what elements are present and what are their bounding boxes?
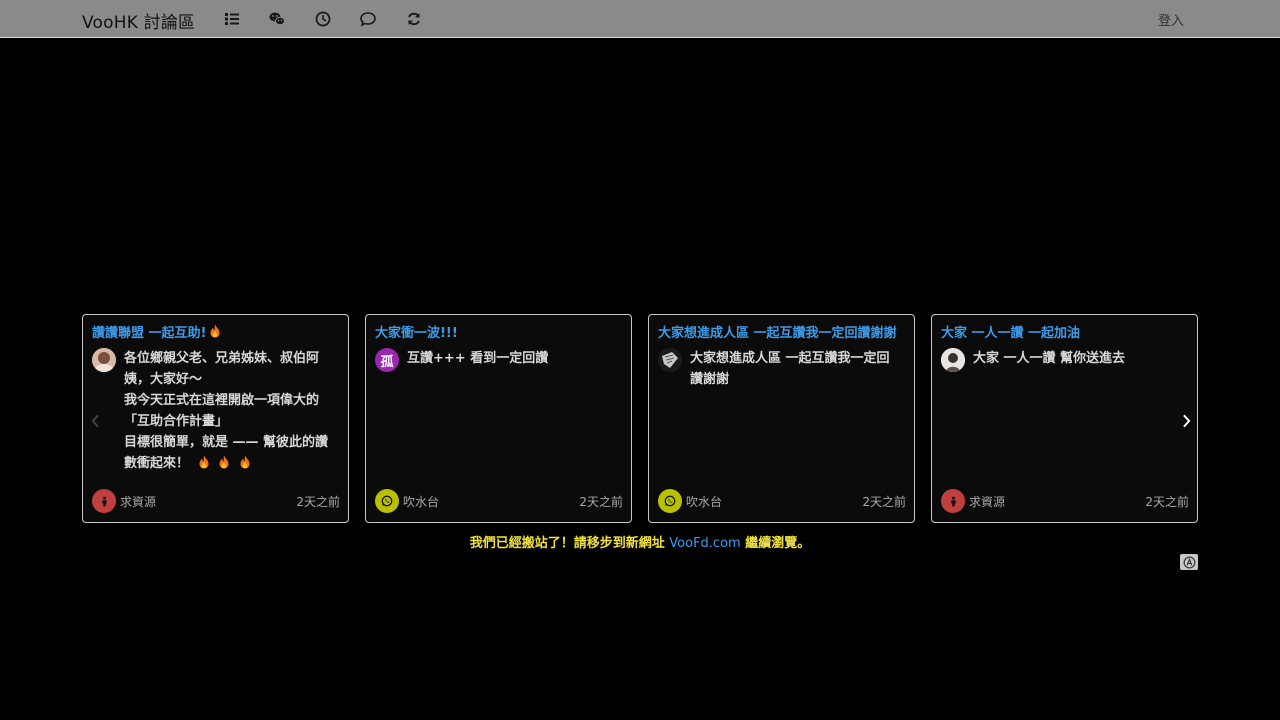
carousel-next-button[interactable] (1178, 411, 1194, 431)
avatar[interactable] (658, 348, 682, 372)
navbar: VooHK 討論區 登入 (0, 0, 1280, 38)
category-tag[interactable]: 求資源 (941, 489, 1005, 513)
brand-logo[interactable]: VooHK 討論區 (82, 8, 195, 33)
chevron-left-icon (91, 414, 99, 428)
category-tag[interactable]: 吹水台 (658, 489, 722, 513)
post-excerpt: 互讚+++ 看到一定回讚 (407, 351, 549, 366)
fire-icon (194, 455, 210, 471)
avatar[interactable]: 孤 (375, 348, 399, 372)
post-excerpt: 大家想進成人區 一起互讚我一定回 讚謝謝 (690, 351, 890, 387)
fire-icon (209, 324, 221, 340)
post-card[interactable]: 讚讚聯盟 一起互助! 各位鄉親父老、兄弟姊妹、叔伯阿 姨，大家好～ 我今天正式在… (82, 314, 349, 523)
category-tag[interactable]: 求資源 (92, 489, 156, 513)
post-title[interactable]: 大家 一人一讚 一起加油 (941, 322, 1187, 341)
post-title[interactable]: 大家想進成人區 一起互讚我一定回讚謝謝 (658, 322, 904, 341)
post-time: 2天之前 (296, 495, 340, 509)
post-card[interactable]: 大家 一人一讚 一起加油 大家 一人一讚 幫你送進去 求資源 2天之前 (931, 314, 1198, 523)
fire-icon (235, 455, 251, 471)
post-title[interactable]: 讚讚聯盟 一起互助! (92, 322, 338, 341)
person-icon (941, 489, 965, 513)
whatsapp-icon (658, 489, 682, 513)
refresh-icon[interactable] (404, 9, 424, 29)
avatar[interactable] (941, 348, 965, 372)
post-card[interactable]: 大家衝一波!!! 孤 互讚+++ 看到一定回讚 吹水台 2天之前 (365, 314, 632, 523)
chevron-right-icon (1182, 414, 1190, 428)
ad-choices-icon[interactable] (1180, 554, 1198, 570)
post-title[interactable]: 大家衝一波!!! (375, 322, 621, 341)
carousel-prev-button[interactable] (87, 411, 103, 431)
fire-icon (214, 455, 230, 471)
avatar[interactable] (92, 348, 116, 372)
post-time: 2天之前 (862, 495, 906, 509)
clock-icon[interactable] (313, 9, 333, 29)
post-excerpt: 大家 一人一讚 幫你送進去 (973, 351, 1126, 366)
post-excerpt: 各位鄉親父老、兄弟姊妹、叔伯阿 姨，大家好～ 我今天正式在這裡開啟一項偉大的 「… (124, 351, 329, 471)
chat-icon[interactable] (358, 9, 378, 29)
post-time: 2天之前 (1145, 495, 1189, 509)
post-card[interactable]: 大家想進成人區 一起互讚我一定回讚謝謝 大家想進成人區 一起互讚我一定回 讚謝謝… (648, 314, 915, 523)
wechat-icon[interactable] (267, 9, 287, 29)
new-site-link[interactable]: VooFd.com (669, 536, 740, 551)
site-moved-notice: 我們已經搬站了！請移步到新網址 VooFd.com 繼續瀏覽。 (469, 536, 811, 551)
login-link[interactable]: 登入 (1158, 10, 1184, 29)
post-time: 2天之前 (579, 495, 623, 509)
whatsapp-icon (375, 489, 399, 513)
category-tag[interactable]: 吹水台 (375, 489, 439, 513)
list-icon[interactable] (222, 9, 242, 29)
person-icon (92, 489, 116, 513)
post-carousel: 讚讚聯盟 一起互助! 各位鄉親父老、兄弟姊妹、叔伯阿 姨，大家好～ 我今天正式在… (82, 314, 1198, 523)
